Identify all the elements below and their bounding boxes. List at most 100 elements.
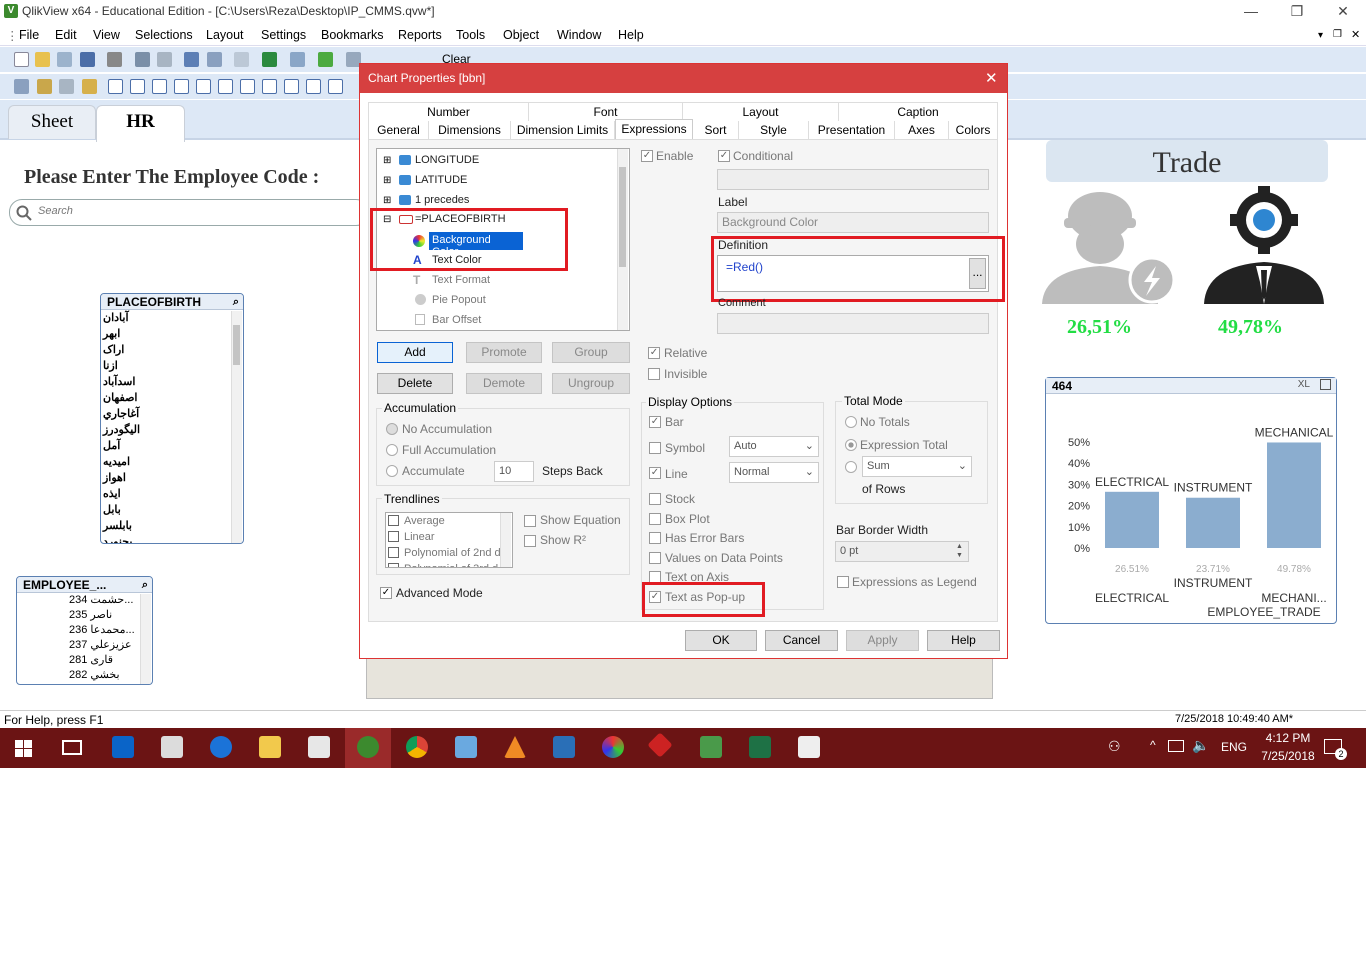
- relative-checkbox[interactable]: ✓: [648, 347, 660, 359]
- close-window-button[interactable]: ✕: [1320, 0, 1366, 24]
- placeofbirth-listbox[interactable]: PLACEOFBIRTH ⌕ آبادان ابهر اراک ازنا اسدآباد…: [100, 293, 244, 544]
- group-button[interactable]: Group: [552, 342, 630, 363]
- app-icon-16[interactable]: [798, 736, 820, 758]
- edge-icon[interactable]: [210, 736, 232, 758]
- menu-bookmarks[interactable]: Bookmarks: [321, 28, 384, 42]
- outlook-icon[interactable]: [112, 736, 134, 758]
- symbol-checkbox[interactable]: [649, 442, 661, 454]
- tree-item-latitude[interactable]: LATITUDE: [415, 174, 467, 186]
- listbox-icon[interactable]: [108, 79, 123, 94]
- line-select[interactable]: Normal ⌄: [729, 462, 819, 483]
- button-object-icon[interactable]: [262, 79, 277, 94]
- placeofbirth-item[interactable]: اصفهان: [101, 390, 229, 406]
- menu-window[interactable]: Window: [557, 28, 601, 42]
- tab-number[interactable]: Number: [369, 103, 529, 121]
- excel-icon[interactable]: [749, 736, 771, 758]
- trendlines-scrollbar[interactable]: [500, 513, 511, 567]
- windows-start-icon[interactable]: [15, 740, 32, 757]
- trendline-item[interactable]: Polynomial of 2nd d: [386, 545, 512, 561]
- placeofbirth-item[interactable]: ايذه: [101, 486, 229, 502]
- clock-time[interactable]: 4:12 PM: [1257, 731, 1319, 745]
- app-icon-12[interactable]: [602, 736, 624, 758]
- employee-item[interactable]: 281 قارى: [17, 653, 152, 668]
- stock-checkbox[interactable]: [649, 493, 661, 505]
- redo-icon[interactable]: [207, 52, 222, 67]
- placeofbirth-item[interactable]: اميديه: [101, 454, 229, 470]
- tab-sheet[interactable]: Sheet: [8, 105, 96, 139]
- tab-axes[interactable]: Axes: [895, 121, 949, 139]
- menu-layout[interactable]: Layout: [206, 28, 244, 42]
- network-icon[interactable]: [1168, 740, 1184, 752]
- chart-wizard-icon[interactable]: [290, 52, 305, 67]
- enable-checkbox[interactable]: ✓: [641, 150, 653, 162]
- placeofbirth-item[interactable]: اسدآباد: [101, 374, 229, 390]
- expressions-legend-checkbox[interactable]: [837, 576, 849, 588]
- trendlines-list[interactable]: Average Linear Polynomial of 2nd d Polynomi…: [385, 512, 513, 568]
- employee-listbox[interactable]: EMPLOYEE_... ⌕ 234 حشمت... 235 ناصر 236 مح…: [16, 576, 153, 685]
- placeofbirth-item[interactable]: آغاجاري: [101, 406, 229, 422]
- open-icon[interactable]: [35, 52, 50, 67]
- trendline-checkbox[interactable]: [388, 515, 399, 526]
- add-button[interactable]: Add: [377, 342, 453, 363]
- save-icon[interactable]: [80, 52, 95, 67]
- placeofbirth-item[interactable]: ابهر: [101, 326, 229, 342]
- promote-button[interactable]: Promote: [466, 342, 542, 363]
- show-equation-checkbox[interactable]: [524, 515, 536, 527]
- no-accumulation-radio[interactable]: [386, 423, 398, 435]
- tab-dimensions[interactable]: Dimensions: [429, 121, 511, 139]
- employee-item[interactable]: 234 حشمت...: [17, 593, 152, 608]
- placeofbirth-item[interactable]: آمل: [101, 438, 229, 454]
- mdi-restore-icon[interactable]: ❐: [1333, 29, 1342, 40]
- reload-icon[interactable]: [57, 52, 72, 67]
- trendline-checkbox[interactable]: [388, 563, 399, 567]
- tab-layout[interactable]: Layout: [683, 103, 839, 121]
- search-input[interactable]: Search: [9, 199, 369, 226]
- box-plot-checkbox[interactable]: [649, 513, 661, 525]
- edit-script-icon[interactable]: [135, 52, 150, 67]
- tree-item-bar-offset[interactable]: Bar Offset: [432, 314, 481, 326]
- multibox-icon[interactable]: [152, 79, 167, 94]
- statistics-box-icon[interactable]: [130, 79, 145, 94]
- tree-item-text-format[interactable]: Text Format: [432, 274, 490, 286]
- menu-edit[interactable]: Edit: [55, 28, 77, 42]
- expand-icon[interactable]: ⊞: [383, 195, 391, 206]
- trendline-checkbox[interactable]: [388, 531, 399, 542]
- label-field[interactable]: Background Color: [717, 212, 989, 233]
- tree-scrollbar[interactable]: [617, 149, 628, 330]
- tab-general[interactable]: General: [369, 121, 429, 139]
- people-icon[interactable]: ⚇: [1108, 738, 1121, 755]
- delete-button[interactable]: Delete: [377, 373, 453, 394]
- mail-icon[interactable]: [308, 736, 330, 758]
- apply-button[interactable]: Apply: [846, 630, 919, 651]
- expression-total-radio[interactable]: [845, 439, 857, 451]
- comment-field[interactable]: [717, 313, 989, 334]
- find-icon[interactable]: [234, 52, 249, 67]
- placeofbirth-item[interactable]: بابل: [101, 502, 229, 518]
- advanced-mode-checkbox[interactable]: ✓: [380, 587, 392, 599]
- menu-reports[interactable]: Reports: [398, 28, 442, 42]
- language-indicator[interactable]: ENG: [1221, 740, 1247, 754]
- expand-icon[interactable]: ⊞: [383, 175, 391, 186]
- listbox-scrollbar[interactable]: [231, 311, 242, 543]
- chart-export-icons[interactable]: XL: [1298, 379, 1310, 390]
- trendline-item[interactable]: Polynomial of 3rd d: [386, 561, 512, 567]
- tab-expressions[interactable]: Expressions: [615, 119, 693, 139]
- expand-icon[interactable]: ⊞: [383, 155, 391, 166]
- placeofbirth-item[interactable]: آبادان: [101, 310, 229, 326]
- dialog-close-icon[interactable]: ✕: [985, 69, 998, 87]
- chrome-icon[interactable]: [406, 736, 428, 758]
- scroll-thumb[interactable]: [619, 167, 626, 267]
- tab-dimension-limits[interactable]: Dimension Limits: [511, 121, 615, 139]
- slider-object-icon[interactable]: [328, 79, 343, 94]
- input-box-icon[interactable]: [218, 79, 233, 94]
- values-on-points-checkbox[interactable]: [649, 552, 661, 564]
- menu-file[interactable]: File: [19, 28, 39, 42]
- ungroup-button[interactable]: Ungroup: [552, 373, 630, 394]
- search-icon[interactable]: ⌕: [233, 294, 239, 310]
- conditional-field[interactable]: [717, 169, 989, 190]
- search-icon[interactable]: ⌕: [142, 577, 148, 593]
- accumulate-radio[interactable]: [386, 465, 398, 477]
- mdi-minimize-icon[interactable]: ▾: [1318, 30, 1323, 41]
- line-checkbox[interactable]: ✓: [649, 467, 661, 479]
- ok-button[interactable]: OK: [685, 630, 757, 651]
